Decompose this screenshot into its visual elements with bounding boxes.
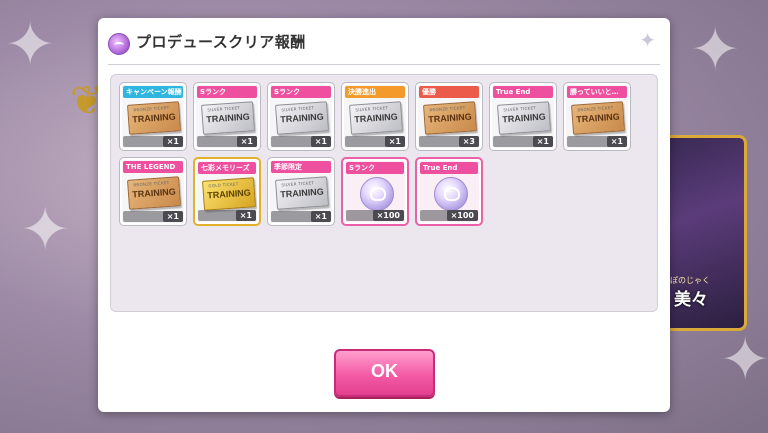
training-ticket-icon: SILVER TICKET TRAINING (201, 101, 255, 135)
reward-item[interactable]: Sランク SILVER TICKET TRAINING ×1 (267, 82, 335, 151)
sparkle-icon: ✦ (639, 28, 656, 52)
reward-list-panel: キャンペーン報酬 BRONZE TICKET TRAINING ×1 Sランク SILVE… (110, 74, 658, 312)
training-ticket-icon: GOLD TICKET TRAINING (202, 177, 256, 211)
reward-condition-label: THE LEGEND (123, 161, 183, 173)
reward-quantity: ×100 (372, 210, 404, 221)
reward-condition-label: 季節限定 (271, 161, 331, 173)
training-ticket-icon: SILVER TICKET TRAINING (349, 101, 403, 135)
reward-condition-label: 優勝 (419, 86, 479, 98)
ticket-item-name: TRAINING (427, 111, 473, 125)
reward-item[interactable]: 七彩メモリーズ GOLD TICKET TRAINING ×1 (193, 157, 261, 226)
ticket-item-name: TRAINING (131, 111, 177, 125)
training-ticket-icon: SILVER TICKET TRAINING (275, 101, 329, 135)
reward-condition-label: Sランク (346, 162, 404, 174)
reward-item[interactable]: 決勝進出 SILVER TICKET TRAINING ×1 (341, 82, 409, 151)
reward-quantity: ×1 (235, 210, 256, 221)
ticket-item-name: TRAINING (206, 187, 252, 201)
reward-condition-label: 決勝進出 (345, 86, 405, 98)
produce-clear-reward-dialog: プロデュースクリア報酬 ✦ キャンペーン報酬 BRONZE TICKET TRAIN… (98, 18, 670, 412)
reward-quantity: ×3 (458, 136, 479, 147)
reward-quantity: ×1 (532, 136, 553, 147)
ticket-item-name: TRAINING (131, 186, 177, 200)
reward-item[interactable]: 優勝 BRONZE TICKET TRAINING ×3 (415, 82, 483, 151)
reward-condition-label: Sランク (197, 86, 257, 98)
dialog-title: プロデュースクリア報酬 (136, 33, 306, 51)
reward-quantity: ×1 (606, 136, 627, 147)
reward-item[interactable]: Sランク ×100 (341, 157, 409, 226)
reward-item[interactable]: True End ×100 (415, 157, 483, 226)
ticket-header-text: SILVER TICKET (281, 180, 315, 188)
reward-item[interactable]: THE LEGEND BRONZE TICKET TRAINING ×1 (119, 157, 187, 226)
reward-condition-label: 勝っていいと… (567, 86, 627, 98)
reward-quantity: ×100 (446, 210, 478, 221)
reward-quantity: ×1 (236, 136, 257, 147)
ticket-item-name: TRAINING (279, 186, 325, 200)
dialog-header: プロデュースクリア報酬 ✦ (98, 18, 670, 66)
reward-quantity: ×1 (310, 211, 331, 222)
ticket-header-text: SILVER TICKET (207, 105, 241, 113)
ticket-item-name: TRAINING (205, 111, 251, 125)
reward-item[interactable]: 季節限定 SILVER TICKET TRAINING ×1 (267, 157, 335, 226)
background-idol-card: ぽのじゃく 美々 (668, 135, 747, 331)
jewel-crystal-icon (360, 177, 394, 211)
reward-condition-label: Sランク (271, 86, 331, 98)
reward-item[interactable]: キャンペーン報酬 BRONZE TICKET TRAINING ×1 (119, 82, 187, 151)
ticket-header-text: SILVER TICKET (281, 105, 315, 113)
reward-quantity: ×1 (310, 136, 331, 147)
background-sparkle: ✦ (5, 10, 56, 80)
ticket-item-name: TRAINING (575, 111, 621, 125)
ticket-header-text: GOLD TICKET (208, 181, 239, 189)
background-sparkle: ✦ (20, 195, 71, 265)
training-ticket-icon: SILVER TICKET TRAINING (497, 101, 551, 135)
laurel-icon: ❦ (70, 78, 104, 124)
training-ticket-icon: BRONZE TICKET TRAINING (127, 101, 181, 135)
training-ticket-icon: BRONZE TICKET TRAINING (127, 176, 181, 210)
ok-button[interactable]: OK (334, 349, 435, 397)
ticket-item-name: TRAINING (501, 111, 547, 125)
jewel-crystal-icon (434, 177, 468, 211)
reward-item[interactable]: True End SILVER TICKET TRAINING ×1 (489, 82, 557, 151)
reward-quantity: ×1 (162, 136, 183, 147)
reward-quantity: ×1 (384, 136, 405, 147)
training-ticket-icon: BRONZE TICKET TRAINING (423, 101, 477, 135)
training-ticket-icon: BRONZE TICKET TRAINING (571, 101, 625, 135)
background-sparkle: ✦ (720, 325, 768, 395)
ticket-header-text: SILVER TICKET (355, 105, 389, 113)
reward-item[interactable]: Sランク SILVER TICKET TRAINING ×1 (193, 82, 261, 151)
card-name: 美々 (674, 290, 708, 310)
reward-item[interactable]: 勝っていいと… BRONZE TICKET TRAINING ×1 (563, 82, 631, 151)
background-sparkle: ✦ (690, 15, 741, 85)
reward-condition-label: True End (493, 86, 553, 98)
reward-quantity: ×1 (162, 211, 183, 222)
reward-icon (108, 33, 130, 55)
training-ticket-icon: SILVER TICKET TRAINING (275, 176, 329, 210)
reward-condition-label: 七彩メモリーズ (198, 162, 256, 174)
reward-grid: キャンペーン報酬 BRONZE TICKET TRAINING ×1 Sランク SILVE… (119, 82, 659, 226)
ticket-header-text: SILVER TICKET (503, 105, 537, 113)
header-divider (108, 64, 660, 65)
reward-condition-label: キャンペーン報酬 (123, 86, 183, 98)
ticket-item-name: TRAINING (353, 111, 399, 125)
ticket-item-name: TRAINING (279, 111, 325, 125)
reward-condition-label: True End (420, 162, 478, 174)
